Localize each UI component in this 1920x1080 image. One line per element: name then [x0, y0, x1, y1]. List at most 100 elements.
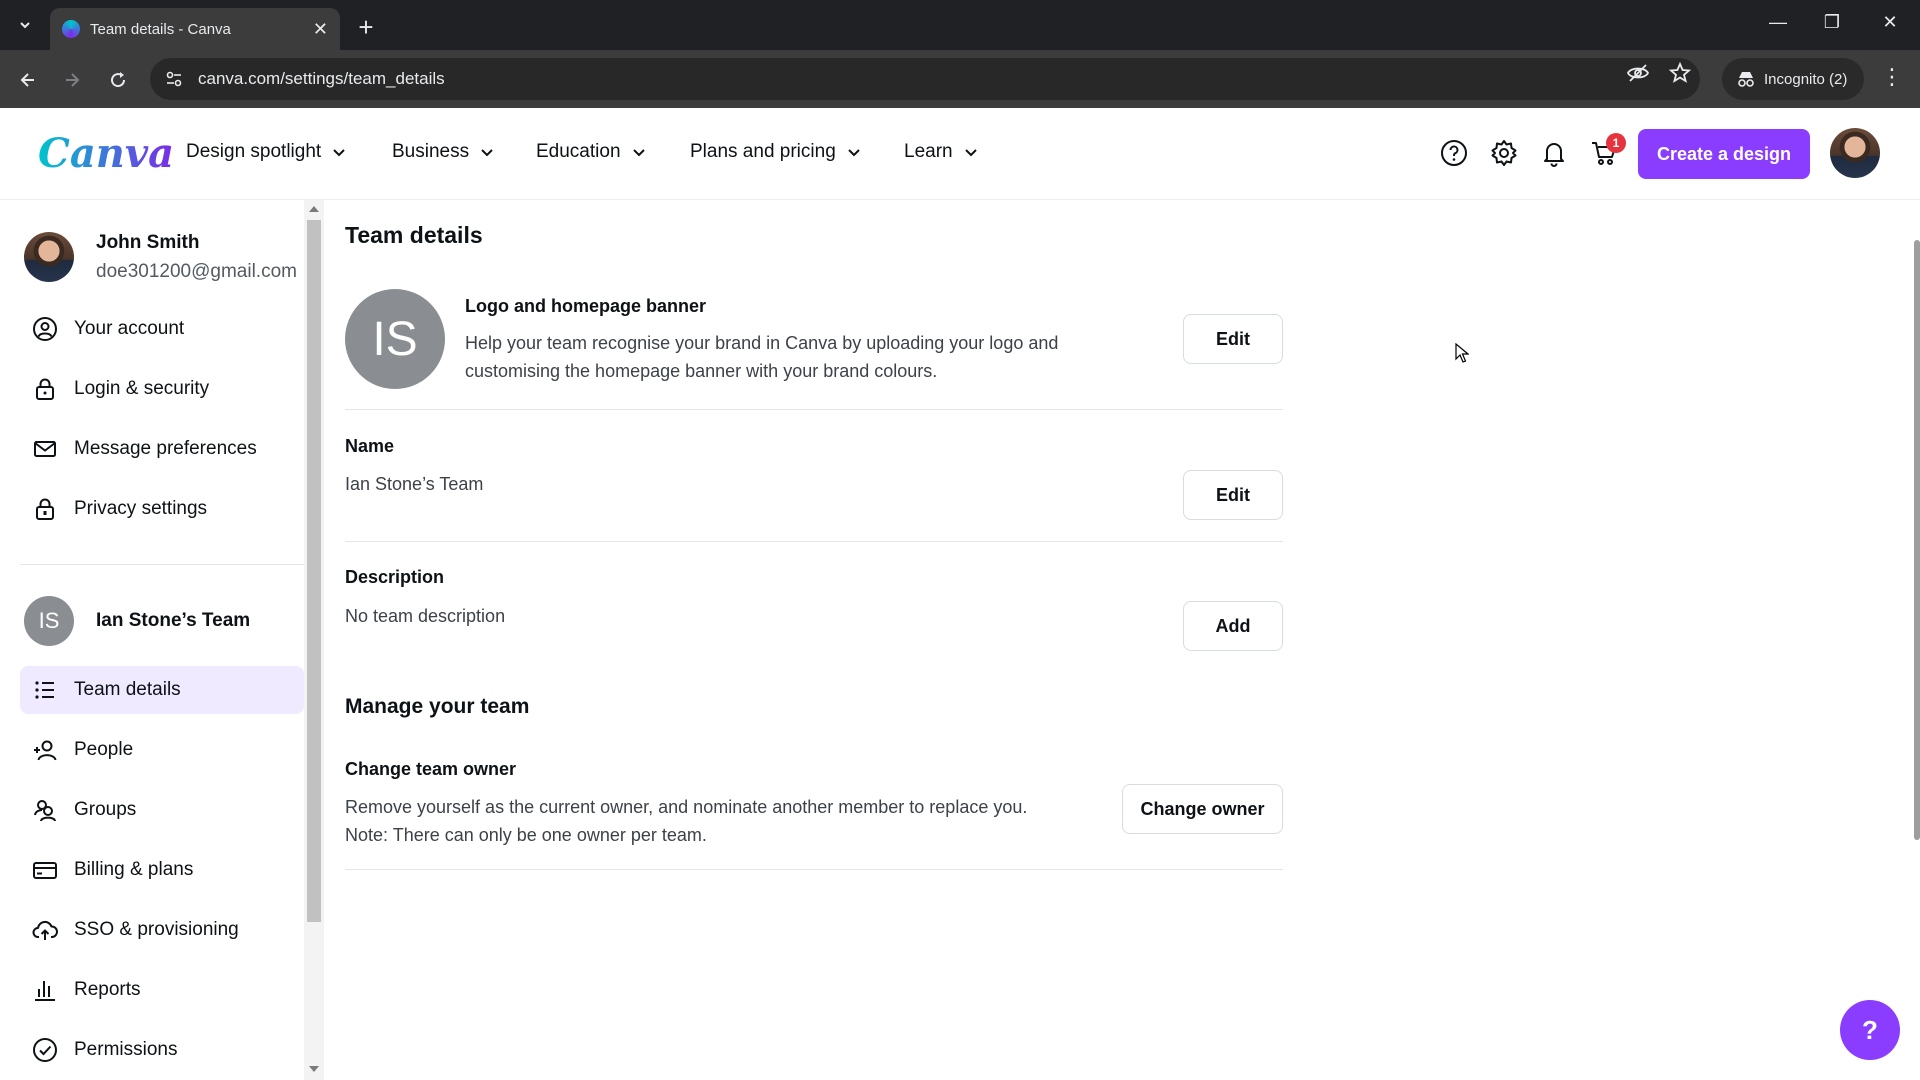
site-info-icon[interactable] [164, 69, 184, 89]
add-description-button[interactable]: Add [1183, 601, 1283, 651]
incognito-label: Incognito (2) [1764, 70, 1848, 88]
canva-favicon-icon [62, 20, 80, 38]
bell-icon[interactable] [1539, 138, 1569, 168]
nav-design-spotlight[interactable]: Design spotlight [186, 141, 347, 163]
address-bar[interactable]: canva.com/settings/team_details [150, 58, 1700, 100]
sidebar-item-label: Privacy settings [74, 498, 208, 519]
user-profile: John Smith doe301200@gmail.com [24, 232, 297, 283]
sidebar-scroll-thumb[interactable] [307, 220, 321, 922]
eye-slash-icon[interactable] [1626, 61, 1650, 85]
browser-tabstrip: Team details - Canva ✕ + — ❐ ✕ [0, 0, 1920, 50]
arrow-right-icon [66, 73, 80, 87]
sidebar-item-message-preferences[interactable]: Message preferences [20, 425, 304, 473]
credit-card-icon [33, 862, 57, 879]
minimize-icon[interactable]: — [1758, 12, 1798, 33]
nav-learn[interactable]: Learn [904, 141, 979, 163]
page-scrollbar[interactable] [1914, 240, 1920, 840]
page-title: Team details [345, 222, 483, 248]
nav-label: Plans and pricing [690, 141, 836, 162]
nav-label: Learn [904, 141, 953, 162]
name-label: Name [345, 436, 395, 456]
sidebar-scrollbar[interactable] [304, 200, 324, 1080]
sidebar-item-people[interactable]: People [20, 726, 304, 774]
user-name: John Smith [96, 232, 200, 253]
nav-plans-and-pricing[interactable]: Plans and pricing [690, 141, 862, 163]
reload-button[interactable] [104, 66, 132, 94]
close-window-icon[interactable]: ✕ [1870, 12, 1910, 33]
canva-logo[interactable]: Canva [38, 130, 174, 177]
scroll-down-arrow-icon[interactable] [309, 1066, 319, 1072]
lock-icon [36, 378, 54, 400]
sidebar-item-sso-provisioning[interactable]: SSO & provisioning [20, 906, 304, 954]
back-button[interactable] [14, 66, 42, 94]
restore-icon[interactable]: ❐ [1812, 12, 1852, 33]
description-label: Description [345, 567, 445, 587]
sidebar-item-label: Message preferences [74, 438, 257, 459]
team-name-value: Ian Stone’s Team [345, 474, 484, 494]
chevron-down-icon [333, 149, 345, 157]
new-tab-button[interactable]: + [352, 12, 380, 43]
forward-button[interactable] [58, 66, 86, 94]
sidebar-item-billing-plans[interactable]: Billing & plans [20, 846, 304, 894]
sidebar-item-privacy-settings[interactable]: Privacy settings [20, 485, 304, 533]
user-avatar [24, 232, 74, 282]
section-divider [345, 869, 1283, 870]
nav-label: Business [392, 141, 470, 162]
nav-education[interactable]: Education [536, 141, 647, 163]
cart-count-badge: 1 [1606, 133, 1626, 153]
cloud-upload-icon [32, 920, 58, 940]
help-icon[interactable] [1439, 138, 1469, 168]
sidebar-item-team-details[interactable]: Team details [20, 666, 304, 714]
sidebar-item-permissions[interactable]: Permissions [20, 1026, 304, 1074]
edit-name-button[interactable]: Edit [1183, 470, 1283, 520]
change-owner-description-line: Remove yourself as the current owner, an… [345, 797, 1028, 817]
reload-icon [111, 72, 126, 88]
team-profile: IS Ian Stone’s Team [24, 596, 250, 646]
browser-tab[interactable]: Team details - Canva ✕ [50, 8, 340, 50]
sidebar-item-login-security[interactable]: Login & security [20, 365, 304, 413]
gear-icon[interactable] [1489, 138, 1519, 168]
sidebar-item-label: SSO & provisioning [74, 919, 239, 940]
sidebar-item-label: Your account [74, 318, 185, 339]
browser-toolbar: canva.com/settings/team_details Incognit… [0, 50, 1920, 108]
section-divider [345, 541, 1283, 542]
sidebar-item-label: Reports [74, 979, 141, 1000]
star-icon[interactable] [1668, 61, 1692, 85]
envelope-icon [34, 441, 56, 457]
add-person-icon [34, 740, 57, 761]
chevron-down-icon [964, 149, 977, 157]
scroll-up-arrow-icon[interactable] [309, 206, 319, 212]
section-divider [345, 409, 1283, 410]
nav-label: Education [536, 141, 621, 162]
change-owner-description-line: Note: There can only be one owner per te… [345, 825, 707, 845]
tab-search-button[interactable] [10, 10, 40, 40]
sidebar-item-your-account[interactable]: Your account [20, 305, 304, 353]
tab-title: Team details - Canva [90, 20, 231, 38]
nav-business[interactable]: Business [392, 141, 495, 163]
change-owner-button[interactable]: Change owner [1122, 784, 1283, 834]
browser-menu-icon[interactable]: ⋮ [1880, 64, 1904, 90]
logo-banner-description-line: Help your team recognise your brand in C… [465, 333, 1059, 353]
manage-team-heading: Manage your team [345, 695, 530, 718]
chevron-down-icon [632, 149, 645, 157]
mouse-pointer-icon [1455, 343, 1469, 363]
create-design-button[interactable]: Create a design [1638, 129, 1810, 179]
groups-icon [34, 800, 56, 822]
arrow-left-icon [20, 73, 34, 87]
header-avatar[interactable] [1830, 128, 1880, 178]
edit-logo-button[interactable]: Edit [1183, 314, 1283, 364]
chevron-down-icon [848, 149, 860, 157]
help-chat-button[interactable]: ? [1840, 1000, 1900, 1060]
url-text: canva.com/settings/team_details [198, 69, 445, 88]
sidebar-item-label: Login & security [74, 378, 210, 399]
change-owner-description: Remove yourself as the current owner, an… [345, 793, 1027, 849]
sidebar-item-groups[interactable]: Groups [20, 786, 304, 834]
sidebar-item-label: Team details [74, 679, 181, 700]
team-name: Ian Stone’s Team [96, 610, 251, 631]
sidebar-item-reports[interactable]: Reports [20, 966, 304, 1014]
close-tab-icon[interactable]: ✕ [313, 19, 328, 40]
sidebar-item-label: Groups [74, 799, 137, 820]
privacy-lock-icon [36, 498, 54, 520]
incognito-button[interactable]: Incognito (2) [1722, 58, 1864, 100]
team-logo-avatar: IS [345, 289, 445, 389]
